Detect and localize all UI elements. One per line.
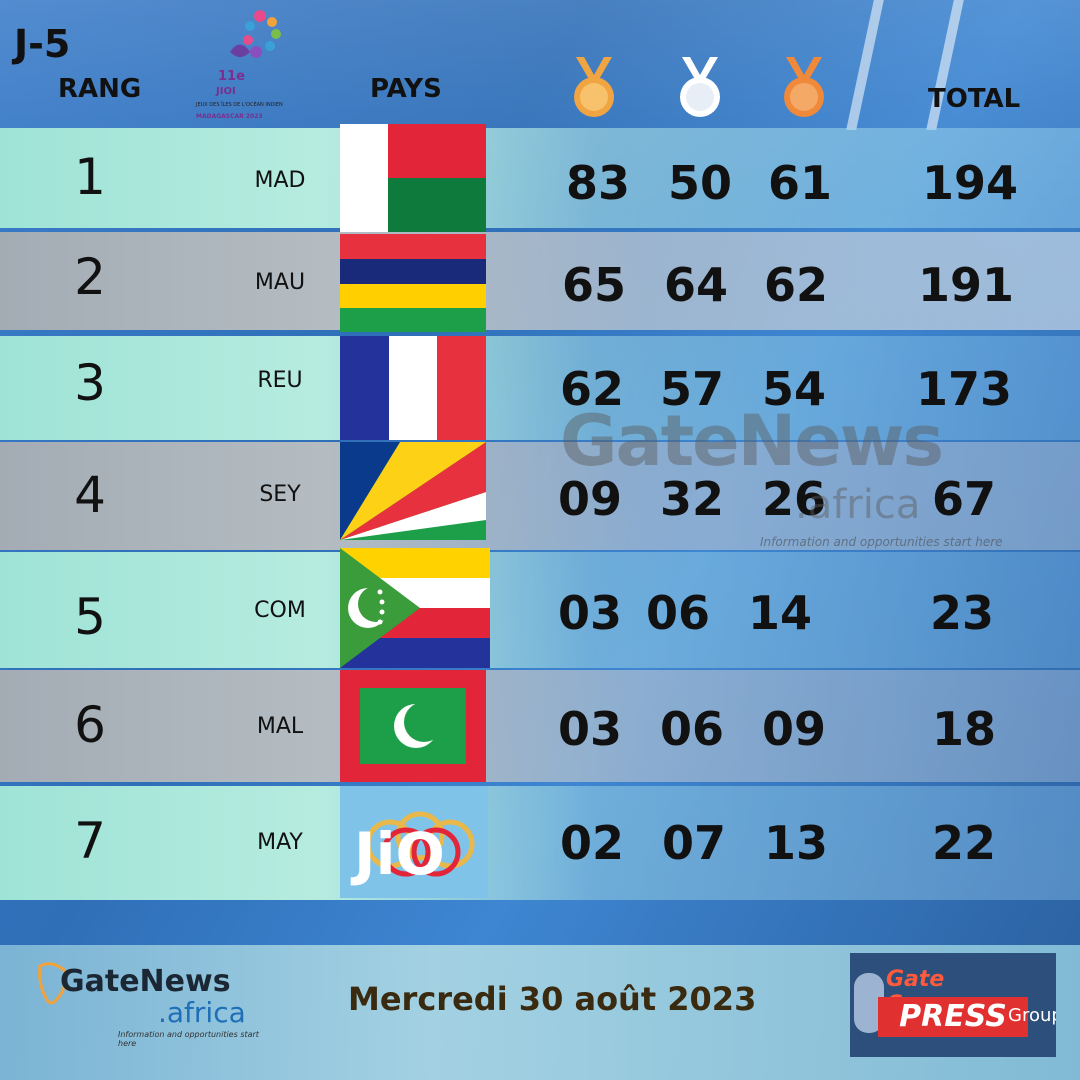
gold-count: 83 — [565, 156, 630, 210]
madagascar-flag-icon — [340, 124, 486, 232]
seychelles-flag-icon — [340, 442, 486, 540]
bronze-medal-icon — [784, 57, 824, 117]
countdown-label: J-5 — [14, 22, 71, 66]
table-row: 1 MAD 83 50 61 194 — [0, 124, 1080, 232]
total-count: 18 — [931, 702, 996, 756]
gatenews-logo: GateNews .africa Information and opportu… — [30, 958, 260, 1050]
footer-brand-tagline: Information and opportunities start here — [118, 1030, 259, 1048]
rank-value: 2 — [74, 248, 106, 306]
jio-flag-icon: JiO — [340, 786, 488, 898]
reunion-flag-icon — [340, 336, 486, 440]
gold-count: 03 — [557, 586, 622, 640]
rank-value: 5 — [74, 588, 106, 646]
country-code: MAL — [256, 714, 304, 739]
rank-column-header: RANG — [58, 74, 142, 104]
total-column-header: TOTAL — [928, 84, 1021, 114]
bronze-count: 13 — [763, 816, 828, 870]
total-count: 191 — [917, 258, 1015, 312]
rank-value: 1 — [74, 148, 106, 206]
rank-value: 7 — [74, 812, 106, 870]
gold-count: 02 — [559, 816, 624, 870]
logo-subtitle: JEUX DES ÎLES DE L'OCÉAN INDIEN — [195, 100, 283, 108]
press-main: PRESS — [878, 997, 1028, 1037]
country-code: SEY — [259, 482, 301, 507]
logo-place: MADAGASCAR 2023 — [196, 113, 263, 120]
bronze-count: 09 — [761, 702, 826, 756]
silver-count: 06 — [659, 702, 724, 756]
table-row: 2 MAU 65 64 62 191 — [0, 232, 1080, 332]
svg-text:JIOI: JIOI — [215, 86, 236, 97]
silver-count: 06 — [645, 586, 710, 640]
country-code: MAY — [257, 830, 303, 855]
watermark-domain: .africa — [795, 482, 921, 528]
games-logo: 11e JIOI JEUX DES ÎLES DE L'OCÉAN INDIEN… — [195, 10, 283, 120]
bronze-count: 61 — [767, 156, 832, 210]
country-column-header: PAYS — [370, 74, 442, 104]
press-logo: Gate Company PRESS Group — [850, 953, 1056, 1057]
watermark-tagline: Information and opportunities start here — [760, 535, 1003, 549]
silver-count: 50 — [667, 156, 732, 210]
country-code: MAU — [254, 270, 306, 295]
gold-count: 03 — [557, 702, 622, 756]
mauritius-flag-icon — [340, 234, 486, 332]
total-count: 22 — [931, 816, 996, 870]
country-code: COM — [254, 598, 306, 623]
bronze-count: 62 — [763, 258, 828, 312]
silver-count: 07 — [661, 816, 726, 870]
rank-value: 4 — [74, 466, 106, 524]
comoros-flag-icon — [340, 548, 490, 668]
country-code: REU — [257, 368, 303, 393]
total-count: 194 — [921, 156, 1019, 210]
rank-value: 3 — [74, 354, 106, 412]
table-row: 7 MAY JiO 02 07 13 22 — [0, 786, 1080, 900]
bronze-count: 14 — [747, 586, 812, 640]
gold-medal-icon — [574, 57, 614, 117]
total-count: 23 — [929, 586, 994, 640]
silver-medal-icon — [680, 57, 720, 117]
gold-count: 65 — [561, 258, 626, 312]
country-code: MAD — [254, 168, 306, 193]
svg-text:11e: 11e — [218, 69, 245, 84]
watermark-brand: GateNews — [560, 400, 944, 482]
table-row: 5 COM 03 06 14 23 — [0, 548, 1080, 668]
svg-text:JiO: JiO — [350, 820, 445, 888]
maldives-flag-icon — [340, 670, 486, 782]
press-group: Group — [1008, 1005, 1056, 1026]
silver-count: 64 — [663, 258, 728, 312]
date-label: Mercredi 30 août 2023 — [348, 980, 757, 1018]
table-row: 6 MAL 03 06 09 18 — [0, 670, 1080, 782]
footer-brand-main: GateNews — [60, 964, 231, 999]
rank-value: 6 — [74, 696, 106, 754]
footer-brand-domain: .africa — [158, 996, 246, 1029]
